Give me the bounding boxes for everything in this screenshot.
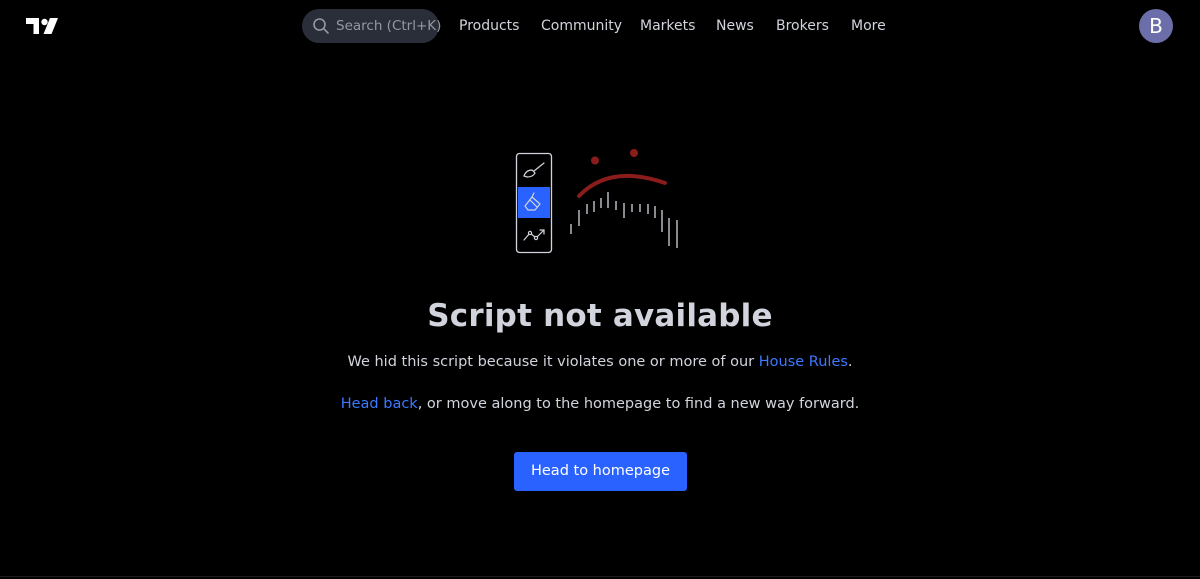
tradingview-logo-icon [26, 18, 58, 34]
nav-more[interactable]: More [851, 0, 886, 52]
bottom-divider [0, 576, 1200, 577]
head-back-link[interactable]: Head back [341, 396, 418, 412]
search-input[interactable]: Search (Ctrl+K) [302, 9, 442, 43]
violation-message: We hid this script because it violates o… [0, 354, 1200, 370]
nav-products[interactable]: Products [459, 0, 519, 52]
nav-markets[interactable]: Markets [640, 0, 695, 52]
page-title: Script not available [427, 298, 773, 334]
navigation-text: , or move along to the homepage to find … [417, 396, 860, 412]
nav-brokers[interactable]: Brokers [776, 0, 829, 52]
nav-news[interactable]: News [716, 0, 754, 52]
navigation-message: Head back, or move along to the homepage… [0, 396, 1200, 412]
price-ticks [570, 192, 678, 248]
search-placeholder: Search (Ctrl+K) [336, 18, 442, 34]
error-illustration [510, 146, 690, 258]
violation-text: We hid this script because it violates o… [347, 354, 759, 370]
avatar[interactable]: B [1139, 9, 1173, 43]
sad-face [577, 149, 667, 198]
search-icon [313, 18, 329, 34]
nav-community[interactable]: Community [541, 0, 622, 52]
toolbar-highlight [518, 187, 550, 218]
page: Search (Ctrl+K) Products Community Marke… [0, 0, 1200, 579]
tradingview-logo[interactable] [26, 16, 58, 36]
head-to-homepage-button[interactable]: Head to homepage [514, 452, 687, 491]
house-rules-link[interactable]: House Rules [759, 354, 848, 370]
violation-text-end: . [847, 354, 853, 370]
